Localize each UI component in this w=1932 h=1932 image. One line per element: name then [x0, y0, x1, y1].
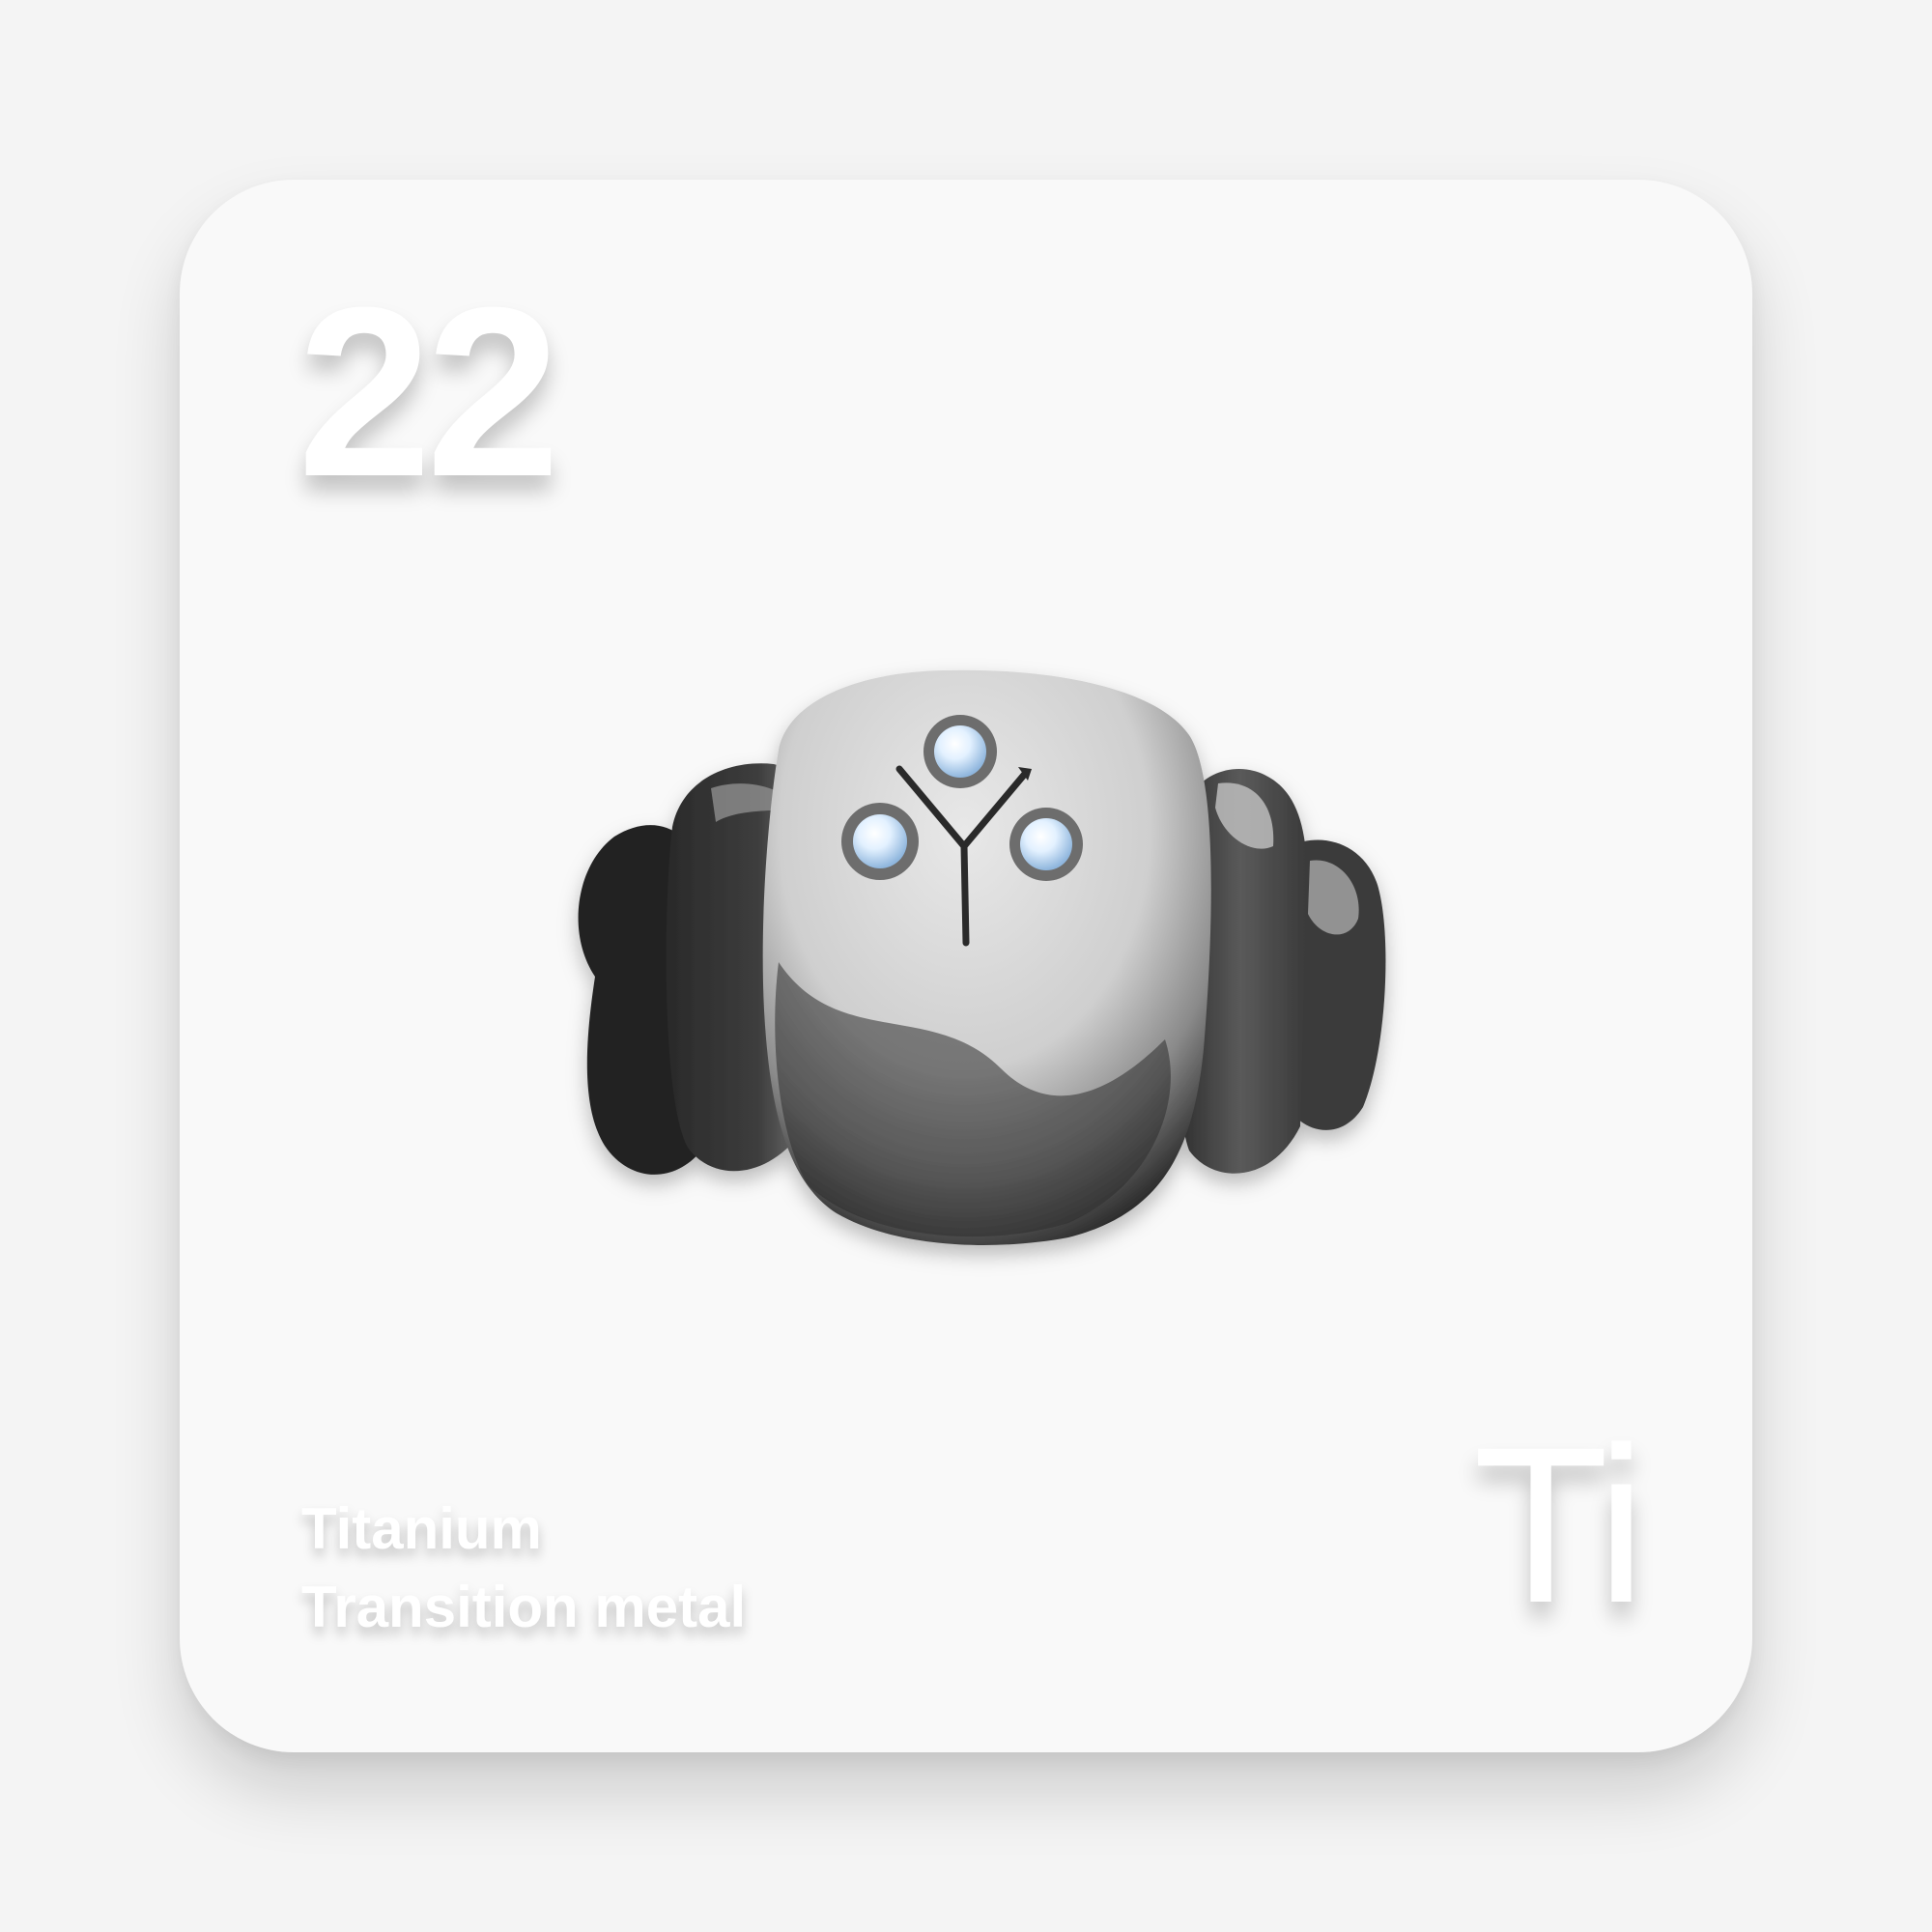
element-name: Titanium	[301, 1496, 542, 1561]
stone-golem-icon	[578, 669, 1386, 1245]
gem-left	[841, 803, 919, 880]
gem-top	[923, 715, 997, 788]
atomic-number: 22	[298, 257, 560, 526]
element-category: Transition metal	[301, 1575, 747, 1639]
element-symbol: Ti	[1472, 1401, 1646, 1649]
gem-right	[1009, 808, 1083, 881]
element-card: 22 Titanium Transition metal Ti	[180, 180, 1752, 1752]
